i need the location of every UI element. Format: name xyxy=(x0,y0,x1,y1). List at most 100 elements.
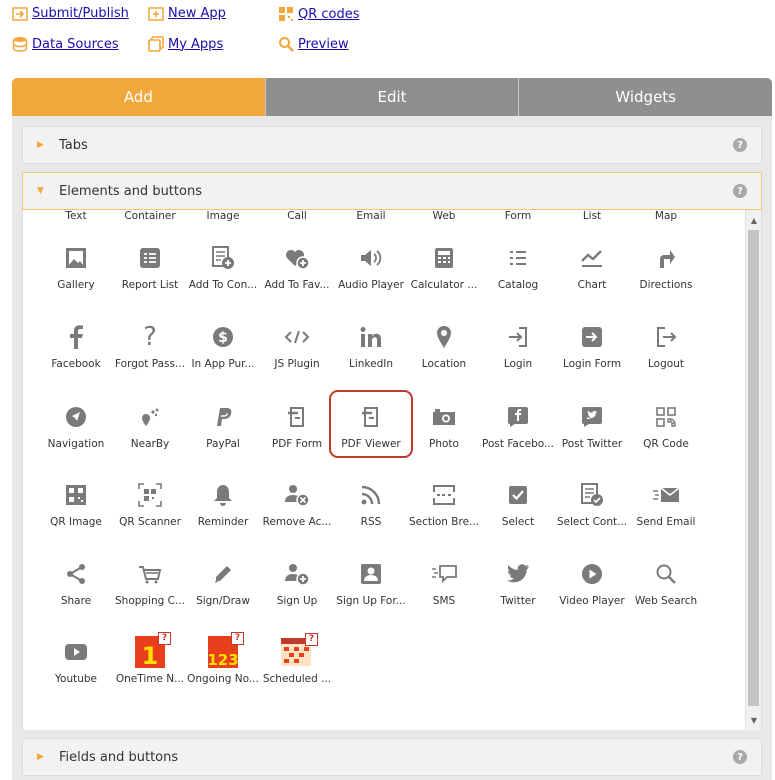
element-map[interactable]: Map xyxy=(629,210,703,222)
element-navigation[interactable]: Navigation xyxy=(39,402,113,450)
send-email-icon xyxy=(653,487,680,502)
preview-link[interactable]: Preview xyxy=(278,36,349,52)
element-directions[interactable]: Directions xyxy=(629,243,703,291)
element-linkedin[interactable]: LinkedIn xyxy=(334,322,408,370)
sign-up-icon xyxy=(285,564,310,586)
scrollbar-thumb[interactable] xyxy=(748,230,759,706)
element-pdf-form[interactable]: PDF Form xyxy=(260,402,334,450)
element-rss[interactable]: RSS xyxy=(334,480,408,528)
main-tabs: Add Edit Widgets xyxy=(12,78,772,116)
element-list[interactable]: List xyxy=(555,210,629,222)
add-to-contacts-icon xyxy=(212,246,234,269)
element-scheduled-notification[interactable]: ? Scheduled ... xyxy=(260,632,334,685)
element-image[interactable]: Image xyxy=(186,210,260,222)
element-report-list[interactable]: Report List xyxy=(113,243,187,291)
section-fields-and-buttons[interactable]: ▶ Fields and buttons ? xyxy=(22,738,762,776)
top-links: Submit/Publish New App QR codes Data Sou… xyxy=(12,6,432,58)
element-pdf-viewer[interactable]: PDF Viewer xyxy=(334,402,408,450)
logout-icon xyxy=(657,327,677,347)
calculator-icon xyxy=(435,248,453,268)
qr-codes-link[interactable]: QR codes xyxy=(278,6,360,22)
element-email[interactable]: Email xyxy=(334,210,408,222)
element-section-break[interactable]: Section Bre... xyxy=(407,480,481,528)
my-apps-link[interactable]: My Apps xyxy=(148,36,223,52)
expand-arrow-icon: ▶ xyxy=(37,752,44,762)
element-sign-up[interactable]: Sign Up xyxy=(260,559,334,607)
section-tabs-label: Tabs xyxy=(59,137,88,153)
element-add-to-favorites[interactable]: Add To Fav... xyxy=(260,243,334,291)
tab-widgets[interactable]: Widgets xyxy=(518,78,772,116)
element-photo[interactable]: Photo xyxy=(407,402,481,450)
element-audio-player[interactable]: Audio Player xyxy=(334,243,408,291)
element-facebook[interactable]: Facebook xyxy=(39,322,113,370)
video-player-icon xyxy=(582,564,602,584)
element-call[interactable]: Call xyxy=(260,210,334,222)
element-qr-scanner[interactable]: QR Scanner xyxy=(113,480,187,528)
section-break-icon xyxy=(433,485,455,505)
pdf-form-icon xyxy=(288,407,304,427)
post-twitter-icon xyxy=(582,407,602,427)
data-sources-link[interactable]: Data Sources xyxy=(12,36,119,52)
element-sign-up-form[interactable]: Sign Up For... xyxy=(334,559,408,607)
section-tabs[interactable]: ▶ Tabs ? xyxy=(22,126,762,164)
element-sign-draw[interactable]: Sign/Draw xyxy=(186,559,260,607)
element-forgot-password[interactable]: ? Forgot Pass... xyxy=(113,322,187,370)
element-share[interactable]: Share xyxy=(39,559,113,607)
element-shopping-cart[interactable]: Shopping C... xyxy=(113,559,187,607)
element-send-email[interactable]: Send Email xyxy=(629,480,703,528)
gallery-icon xyxy=(66,248,86,268)
search-icon xyxy=(656,564,676,584)
element-container[interactable]: Container xyxy=(113,210,187,222)
scroll-down-arrow-icon[interactable]: ▼ xyxy=(746,712,761,728)
element-form[interactable]: Form xyxy=(481,210,555,222)
section-fields-label: Fields and buttons xyxy=(59,749,179,765)
element-ongoing-notification[interactable]: 123? Ongoing No... xyxy=(186,632,260,685)
login-icon xyxy=(509,327,527,347)
element-location[interactable]: Location xyxy=(407,322,481,370)
element-in-app-purchase[interactable]: $ In App Pur... xyxy=(186,322,260,370)
element-video-player[interactable]: Video Player xyxy=(555,559,629,607)
element-web-search[interactable]: Web Search xyxy=(629,559,703,607)
element-twitter[interactable]: Twitter xyxy=(481,559,555,607)
element-calculator[interactable]: Calculator ... xyxy=(407,243,481,291)
element-qr-image[interactable]: QR Image xyxy=(39,480,113,528)
section-elements-and-buttons[interactable]: ▼ Elements and buttons ? xyxy=(22,172,762,210)
vertical-scrollbar[interactable]: ▲ ▼ xyxy=(745,210,761,730)
youtube-icon xyxy=(65,644,87,660)
help-icon[interactable]: ? xyxy=(733,750,747,764)
nearby-icon xyxy=(142,408,159,426)
help-icon[interactable]: ? xyxy=(733,138,747,152)
element-js-plugin[interactable]: JS Plugin xyxy=(260,322,334,370)
element-gallery[interactable]: Gallery xyxy=(39,243,113,291)
chart-icon xyxy=(581,250,602,267)
element-post-twitter[interactable]: Post Twitter xyxy=(555,402,629,450)
element-select[interactable]: Select xyxy=(481,480,555,528)
submit-publish-link[interactable]: Submit/Publish xyxy=(12,6,129,21)
element-onetime-notification[interactable]: 1? OneTime N... xyxy=(113,632,187,685)
element-logout[interactable]: Logout xyxy=(629,322,703,370)
element-add-to-contacts[interactable]: Add To Con... xyxy=(186,243,260,291)
element-text[interactable]: Text xyxy=(39,210,113,222)
element-login[interactable]: Login xyxy=(481,322,555,370)
element-remove-account[interactable]: Remove Ac... xyxy=(260,480,334,528)
element-sms[interactable]: SMS xyxy=(407,559,481,607)
element-reminder[interactable]: Reminder xyxy=(186,480,260,528)
tab-add[interactable]: Add xyxy=(12,78,265,116)
element-qr-code[interactable]: QR Code xyxy=(629,402,703,450)
element-web[interactable]: Web xyxy=(407,210,481,222)
element-select-contact[interactable]: Select Cont... xyxy=(555,480,629,528)
new-app-link[interactable]: New App xyxy=(148,6,226,21)
scroll-up-arrow-icon[interactable]: ▲ xyxy=(746,212,761,228)
element-chart[interactable]: Chart xyxy=(555,243,629,291)
my-apps-icon xyxy=(148,36,164,52)
element-post-facebook[interactable]: Post Facebo... xyxy=(481,402,555,450)
element-login-form[interactable]: Login Form xyxy=(555,322,629,370)
element-nearby[interactable]: NearBy xyxy=(113,402,187,450)
element-paypal[interactable]: PayPal xyxy=(186,402,260,450)
checkbox-icon xyxy=(509,486,527,504)
sign-up-form-icon xyxy=(361,564,381,584)
help-icon[interactable]: ? xyxy=(733,184,747,198)
tab-edit[interactable]: Edit xyxy=(264,78,519,116)
element-catalog[interactable]: Catalog xyxy=(481,243,555,291)
element-youtube[interactable]: Youtube xyxy=(39,637,113,685)
